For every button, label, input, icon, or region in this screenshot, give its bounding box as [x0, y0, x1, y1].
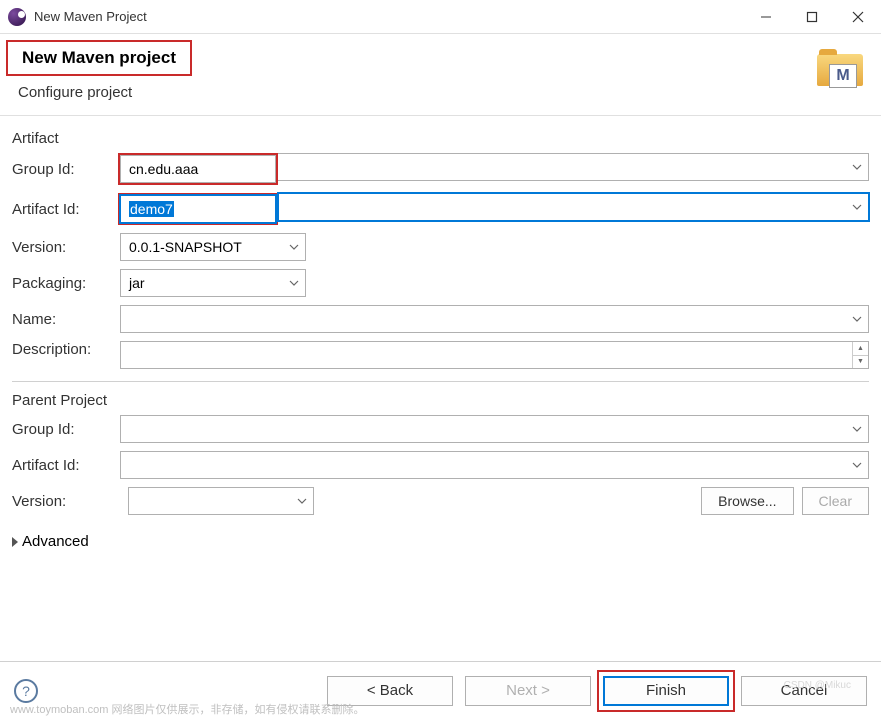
name-input[interactable] [120, 305, 869, 333]
chevron-down-icon [852, 460, 862, 470]
parent-artifact-id-label: Artifact Id: [12, 457, 120, 474]
spinner-down-icon[interactable]: ▼ [852, 356, 868, 369]
name-label: Name: [12, 311, 120, 328]
maven-icon: M [817, 48, 865, 88]
parent-version-input[interactable] [128, 487, 314, 515]
version-input[interactable]: 0.0.1-SNAPSHOT [120, 233, 306, 261]
advanced-toggle[interactable]: Advanced [12, 533, 869, 550]
chevron-down-icon [852, 424, 862, 434]
spinner-up-icon[interactable]: ▲ [852, 342, 868, 356]
group-id-label: Group Id: [12, 161, 120, 178]
divider [12, 381, 869, 382]
chevron-down-icon [289, 242, 299, 252]
window-title: New Maven Project [34, 9, 147, 24]
chevron-down-icon [297, 496, 307, 506]
version-label: Version: [12, 239, 120, 256]
group-id-input[interactable]: cn.edu.aaa [120, 155, 276, 183]
description-label: Description: [12, 341, 120, 358]
artifact-id-combo-extension[interactable] [278, 193, 869, 221]
maximize-button[interactable] [789, 0, 835, 34]
parent-group-id-input[interactable] [120, 415, 869, 443]
next-button[interactable]: Next > [465, 676, 591, 706]
watermark-text: www.toymoban.com 网络图片仅供展示，非存储，如有侵权请联系删除。 [10, 701, 364, 717]
window-titlebar: New Maven Project [0, 0, 881, 34]
expand-triangle-icon [12, 537, 18, 547]
chevron-down-icon [852, 162, 862, 172]
artifact-id-input[interactable]: demo7 [120, 195, 276, 223]
chevron-down-icon [852, 314, 862, 324]
finish-button[interactable]: Finish [603, 676, 729, 706]
group-id-combo-extension[interactable] [278, 153, 869, 181]
artifact-id-label: Artifact Id: [12, 201, 120, 218]
close-button[interactable] [835, 0, 881, 34]
wizard-title: New Maven project [22, 48, 176, 68]
parent-artifact-id-input[interactable] [120, 451, 869, 479]
description-spinner[interactable]: ▲ ▼ [852, 342, 868, 368]
watermark-text-2: CSDN @Mikuc [784, 680, 851, 691]
advanced-label: Advanced [22, 533, 89, 550]
parent-group-id-label: Group Id: [12, 421, 120, 438]
wizard-header: New Maven project Configure project M [0, 34, 881, 116]
help-button[interactable]: ? [14, 679, 38, 703]
packaging-input[interactable]: jar [120, 269, 306, 297]
clear-button[interactable]: Clear [802, 487, 869, 515]
minimize-button[interactable] [743, 0, 789, 34]
artifact-section-label: Artifact [12, 130, 869, 147]
header-title-box: New Maven project [6, 40, 192, 76]
parent-section-label: Parent Project [12, 392, 869, 409]
chevron-down-icon [852, 202, 862, 212]
description-input[interactable] [120, 341, 869, 369]
packaging-label: Packaging: [12, 275, 120, 292]
eclipse-icon [8, 8, 26, 26]
parent-version-label: Version: [12, 493, 120, 510]
chevron-down-icon [289, 278, 299, 288]
browse-button[interactable]: Browse... [701, 487, 793, 515]
wizard-subtitle: Configure project [0, 76, 881, 115]
